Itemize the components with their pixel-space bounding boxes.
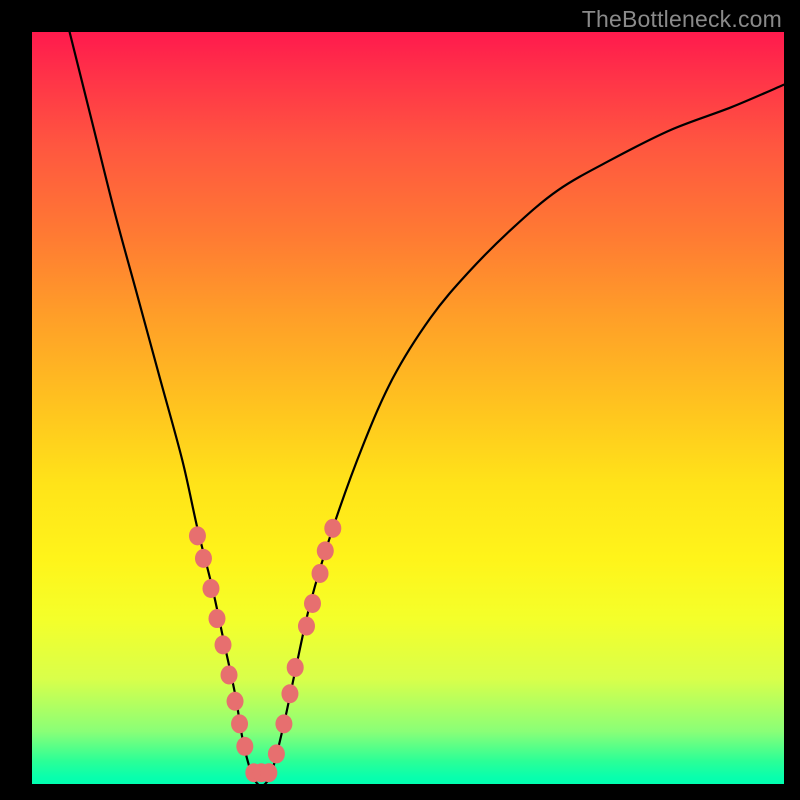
marker-dot bbox=[231, 714, 248, 733]
marker-group bbox=[189, 519, 341, 782]
marker-dot bbox=[215, 635, 232, 654]
plot-area bbox=[32, 32, 784, 784]
marker-dot bbox=[275, 714, 292, 733]
marker-dot bbox=[287, 658, 304, 677]
marker-dot bbox=[236, 737, 253, 756]
marker-dot bbox=[281, 684, 298, 703]
curve-group bbox=[70, 32, 784, 786]
marker-dot bbox=[221, 665, 238, 684]
marker-dot bbox=[227, 692, 244, 711]
chart-svg bbox=[32, 32, 784, 784]
marker-dot bbox=[304, 594, 321, 613]
marker-dot bbox=[202, 579, 219, 598]
marker-dot bbox=[195, 549, 212, 568]
marker-dot bbox=[298, 617, 315, 636]
marker-dot bbox=[268, 744, 285, 763]
bottleneck-curve bbox=[70, 32, 784, 786]
chart-container: TheBottleneck.com bbox=[0, 0, 800, 800]
marker-dot bbox=[260, 763, 277, 782]
marker-dot bbox=[324, 519, 341, 538]
marker-dot bbox=[208, 609, 225, 628]
marker-dot bbox=[189, 526, 206, 545]
marker-dot bbox=[312, 564, 329, 583]
watermark-text: TheBottleneck.com bbox=[582, 6, 782, 33]
marker-dot bbox=[317, 541, 334, 560]
